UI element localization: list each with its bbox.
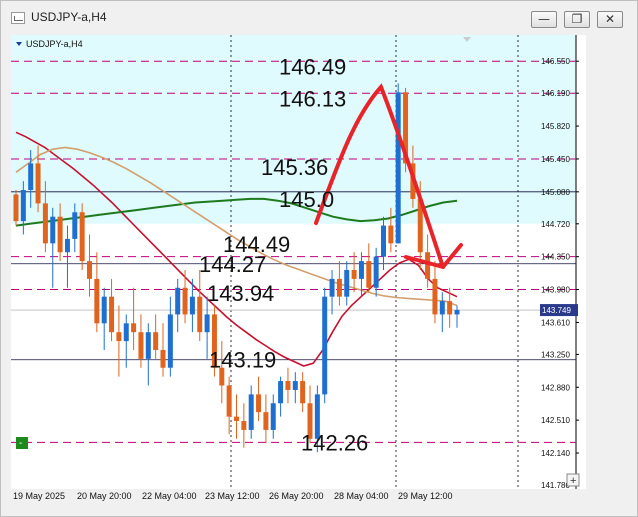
candle-body[interactable] (447, 301, 453, 315)
candle-body[interactable] (226, 385, 232, 417)
candle-body[interactable] (425, 252, 431, 279)
price-tick-label: 144.350 (541, 253, 570, 262)
candle-body[interactable] (344, 270, 350, 297)
chart-canvas[interactable]: 146.49146.13145.36145.0144.49144.27143.9… (11, 35, 586, 489)
candle-body[interactable] (64, 238, 70, 253)
candle-body[interactable] (145, 332, 151, 359)
candle-body[interactable] (381, 225, 386, 257)
time-tick-label: 29 May 12:00 (398, 491, 453, 501)
level-annotation: 143.19 (209, 348, 276, 373)
candle-body[interactable] (329, 278, 335, 297)
candle-body[interactable] (336, 278, 342, 297)
current-price-label: 143.749 (542, 306, 571, 315)
candle-body[interactable] (189, 296, 195, 315)
candle-body[interactable] (175, 287, 181, 315)
price-tick-label: 144.720 (541, 220, 570, 229)
candle-body[interactable] (42, 203, 48, 244)
level-annotation: 146.13 (279, 87, 346, 112)
price-chart[interactable]: 146.49 146.13 145.36 145.0 144.49 144.27 143.9… (11, 35, 586, 489)
window-titlebar[interactable]: USDJPY-a,H4 — ❐ ✕ (1, 1, 637, 35)
candle-body[interactable] (322, 296, 328, 395)
time-tick-label: 22 May 04:00 (142, 491, 197, 501)
candle-body[interactable] (285, 381, 291, 390)
price-tick-label: 142.880 (541, 383, 570, 392)
candle-body[interactable] (160, 349, 166, 368)
level-annotation: 145.0 (279, 187, 334, 212)
level-annotation: 143.94 (207, 281, 274, 306)
candle-body[interactable] (388, 225, 394, 244)
candle-body[interactable] (167, 314, 173, 368)
price-tick-label: 142.510 (541, 416, 570, 425)
price-tick-label: 145.820 (541, 122, 570, 131)
price-tick-label: 143.250 (541, 350, 570, 359)
candle-body[interactable] (241, 421, 247, 430)
candle-body[interactable] (138, 332, 144, 359)
price-tick-label: 146.550 (541, 57, 570, 66)
candle-body[interactable] (292, 381, 298, 390)
candle-body[interactable] (366, 261, 372, 288)
level-annotation: 142.26 (301, 430, 368, 455)
candle-body[interactable] (300, 381, 306, 404)
candle-body[interactable] (278, 381, 284, 404)
candle-body[interactable] (94, 278, 100, 324)
candle-body[interactable] (270, 403, 276, 430)
candle-body[interactable] (20, 190, 26, 222)
window-title: USDJPY-a,H4 (31, 10, 107, 24)
chart-window: USDJPY-a,H4 — ❐ ✕ 146.49 146.13 145.36 145.… (0, 0, 638, 517)
candle-body[interactable] (248, 394, 254, 430)
time-tick-label: 23 May 12:00 (205, 491, 260, 501)
candle-body[interactable] (395, 92, 401, 244)
candle-body[interactable] (50, 216, 56, 244)
level-annotation: 145.36 (261, 155, 328, 180)
candle-body[interactable] (439, 301, 445, 315)
price-tick-label: 146.190 (541, 89, 570, 98)
candle-body[interactable] (109, 296, 115, 333)
candle-body[interactable] (131, 323, 137, 333)
candle-body[interactable] (87, 261, 92, 279)
candle-body[interactable] (35, 163, 41, 204)
candle-body[interactable] (204, 314, 210, 333)
minimize-button[interactable]: — (531, 11, 557, 28)
candle-body[interactable] (432, 278, 438, 315)
candle-body[interactable] (358, 261, 364, 279)
candle-body[interactable] (256, 394, 262, 413)
level-annotation: 144.27 (199, 252, 266, 277)
price-tick-label: 145.450 (541, 155, 570, 164)
one-click-trading-label: - (19, 438, 22, 449)
candle-body[interactable] (197, 296, 203, 333)
candle-body[interactable] (57, 216, 63, 253)
candle-body[interactable] (79, 212, 85, 262)
candle-body[interactable] (116, 332, 122, 342)
chart-window-icon (11, 12, 25, 24)
price-tick-label: 145.080 (541, 188, 570, 197)
price-tick-label: 142.140 (541, 449, 570, 458)
candle-body[interactable] (182, 287, 188, 315)
candle-body[interactable] (454, 309, 460, 315)
symbol-label: USDJPY-a,H4 (26, 39, 83, 49)
candle-body[interactable] (28, 163, 34, 191)
time-tick-label: 28 May 04:00 (334, 491, 389, 501)
price-tick-label: 143.610 (541, 318, 570, 327)
time-tick-label: 19 May 2025 (13, 491, 66, 501)
time-axis: 19 May 2025 20 May 20:00 22 May 04:00 23 Ma… (11, 489, 586, 509)
level-annotation: 146.49 (279, 55, 346, 80)
candle-body[interactable] (234, 416, 239, 422)
candle-body[interactable] (373, 256, 379, 288)
candle-body[interactable] (123, 323, 129, 342)
time-tick-label: 20 May 20:00 (77, 491, 132, 501)
candle-body[interactable] (13, 194, 19, 222)
time-tick-label: 26 May 20:00 (269, 491, 324, 501)
price-tick-label: 143.980 (541, 286, 570, 295)
candle-body[interactable] (351, 270, 357, 279)
candle-body[interactable] (101, 296, 107, 324)
candle-body[interactable] (263, 412, 269, 430)
candle-body[interactable] (153, 332, 159, 350)
close-button[interactable]: ✕ (597, 11, 623, 28)
price-tick-label: 141.780 (541, 481, 570, 489)
restore-button[interactable]: ❐ (564, 11, 590, 28)
zoom-in-label: + (570, 475, 576, 487)
candle-body[interactable] (72, 212, 78, 239)
